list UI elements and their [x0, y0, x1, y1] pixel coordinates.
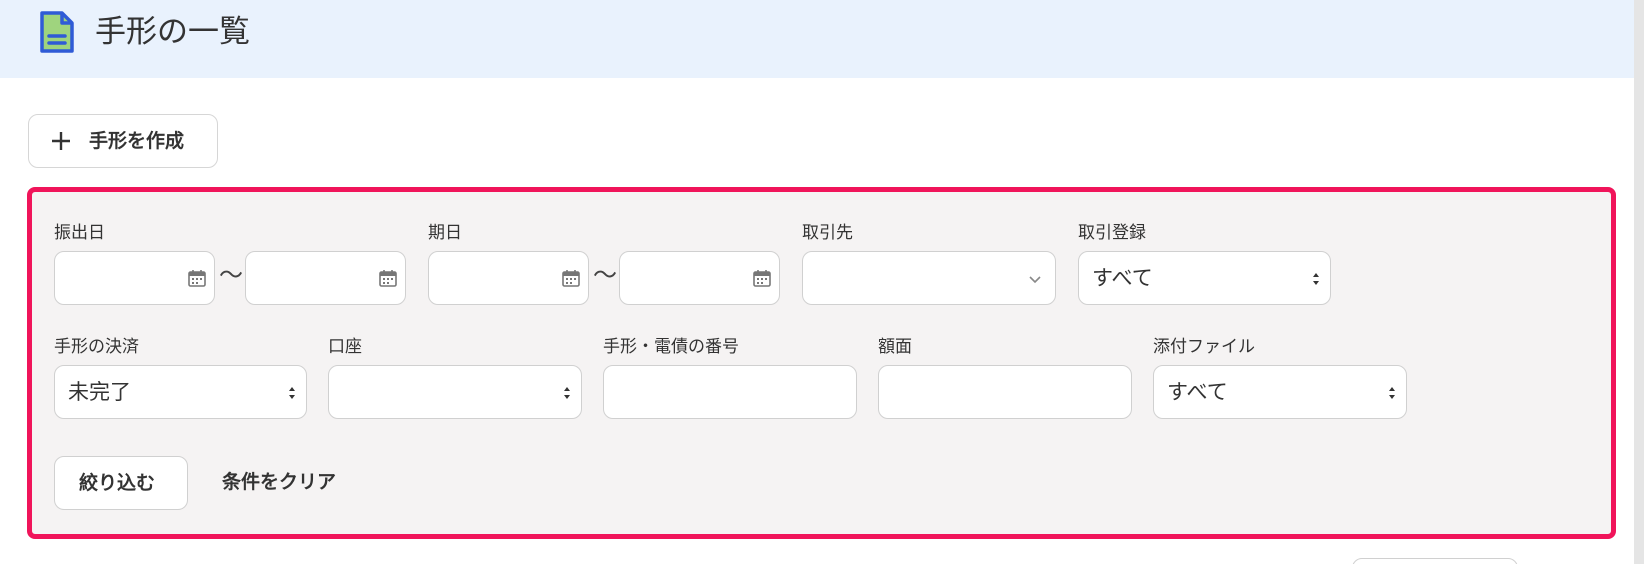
chevron-down-icon — [1029, 276, 1041, 284]
note-number-label: 手形・電債の番号 — [603, 337, 739, 357]
window-edge — [1634, 0, 1644, 564]
attachment-label: 添付ファイル — [1153, 337, 1255, 357]
settlement-label: 手形の決済 — [54, 337, 139, 357]
due-date-from-input[interactable] — [428, 251, 589, 305]
create-note-label: 手形を作成 — [89, 130, 185, 152]
filter-panel: 振出日 〜 期日 〜 取引先 取引登録 すべて 手形の決済 未完了 口座 手形・… — [27, 187, 1616, 539]
clear-filter-button[interactable]: 条件をクリア — [222, 470, 336, 494]
plus-icon — [52, 132, 70, 150]
note-number-input[interactable] — [603, 365, 857, 419]
calendar-icon — [562, 270, 580, 287]
partial-control[interactable] — [1352, 558, 1518, 564]
select-arrows-icon — [1389, 387, 1395, 399]
account-label: 口座 — [328, 337, 362, 357]
attachment-select[interactable]: すべて — [1153, 365, 1407, 419]
apply-filter-button[interactable]: 絞り込む — [54, 456, 188, 510]
amount-input[interactable] — [878, 365, 1132, 419]
apply-filter-label: 絞り込む — [79, 472, 156, 494]
page-title: 手形の一覧 — [95, 14, 250, 50]
partner-select[interactable] — [802, 251, 1056, 305]
partner-label: 取引先 — [802, 223, 853, 243]
issue-date-label: 振出日 — [54, 223, 105, 243]
transaction-registration-label: 取引登録 — [1078, 223, 1146, 243]
page-header: 手形の一覧 — [0, 0, 1644, 78]
settlement-select[interactable]: 未完了 — [54, 365, 307, 419]
document-icon — [40, 11, 74, 53]
calendar-icon — [188, 270, 206, 287]
due-date-label: 期日 — [428, 223, 462, 243]
due-date-to-input[interactable] — [619, 251, 780, 305]
select-arrows-icon — [564, 387, 570, 399]
transaction-registration-select[interactable]: すべて — [1078, 251, 1331, 305]
issue-date-from-input[interactable] — [54, 251, 215, 305]
range-separator: 〜 — [593, 261, 617, 289]
account-select[interactable] — [328, 365, 582, 419]
amount-label: 額面 — [878, 337, 912, 357]
issue-date-to-input[interactable] — [245, 251, 406, 305]
create-note-button[interactable]: 手形を作成 — [28, 114, 218, 168]
range-separator: 〜 — [219, 261, 243, 289]
select-arrows-icon — [289, 387, 295, 399]
select-arrows-icon — [1313, 273, 1319, 285]
calendar-icon — [379, 270, 397, 287]
calendar-icon — [753, 270, 771, 287]
